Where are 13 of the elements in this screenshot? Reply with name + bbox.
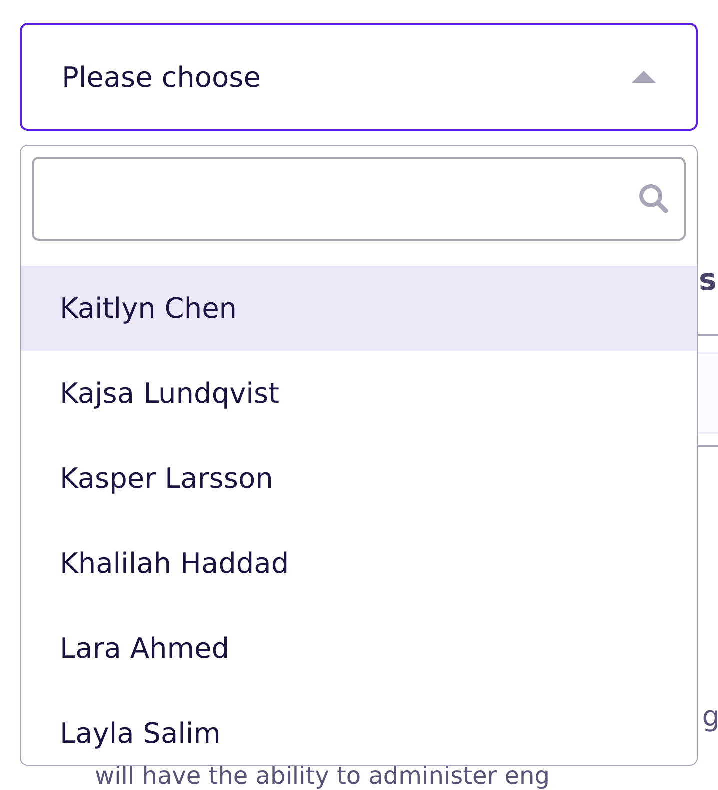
option-item[interactable]: Kaitlyn Chen — [21, 266, 697, 351]
option-item[interactable]: Layla Salim — [21, 691, 697, 765]
option-item[interactable]: Kajsa Lundqvist — [21, 351, 697, 436]
caret-icon — [632, 71, 656, 83]
option-item[interactable]: Lara Ahmed — [21, 606, 697, 691]
option-item[interactable]: Kasper Larsson — [21, 436, 697, 521]
option-item[interactable]: Khalilah Haddad — [21, 521, 697, 606]
search-field[interactable] — [32, 157, 686, 241]
text-fragment: g — [702, 700, 718, 733]
paragraph-text: will have the ability to administer eng — [95, 763, 550, 789]
select-dropdown[interactable]: Please choose — [20, 23, 698, 131]
search-icon — [638, 183, 670, 215]
heading-fragment: s — [699, 264, 717, 298]
